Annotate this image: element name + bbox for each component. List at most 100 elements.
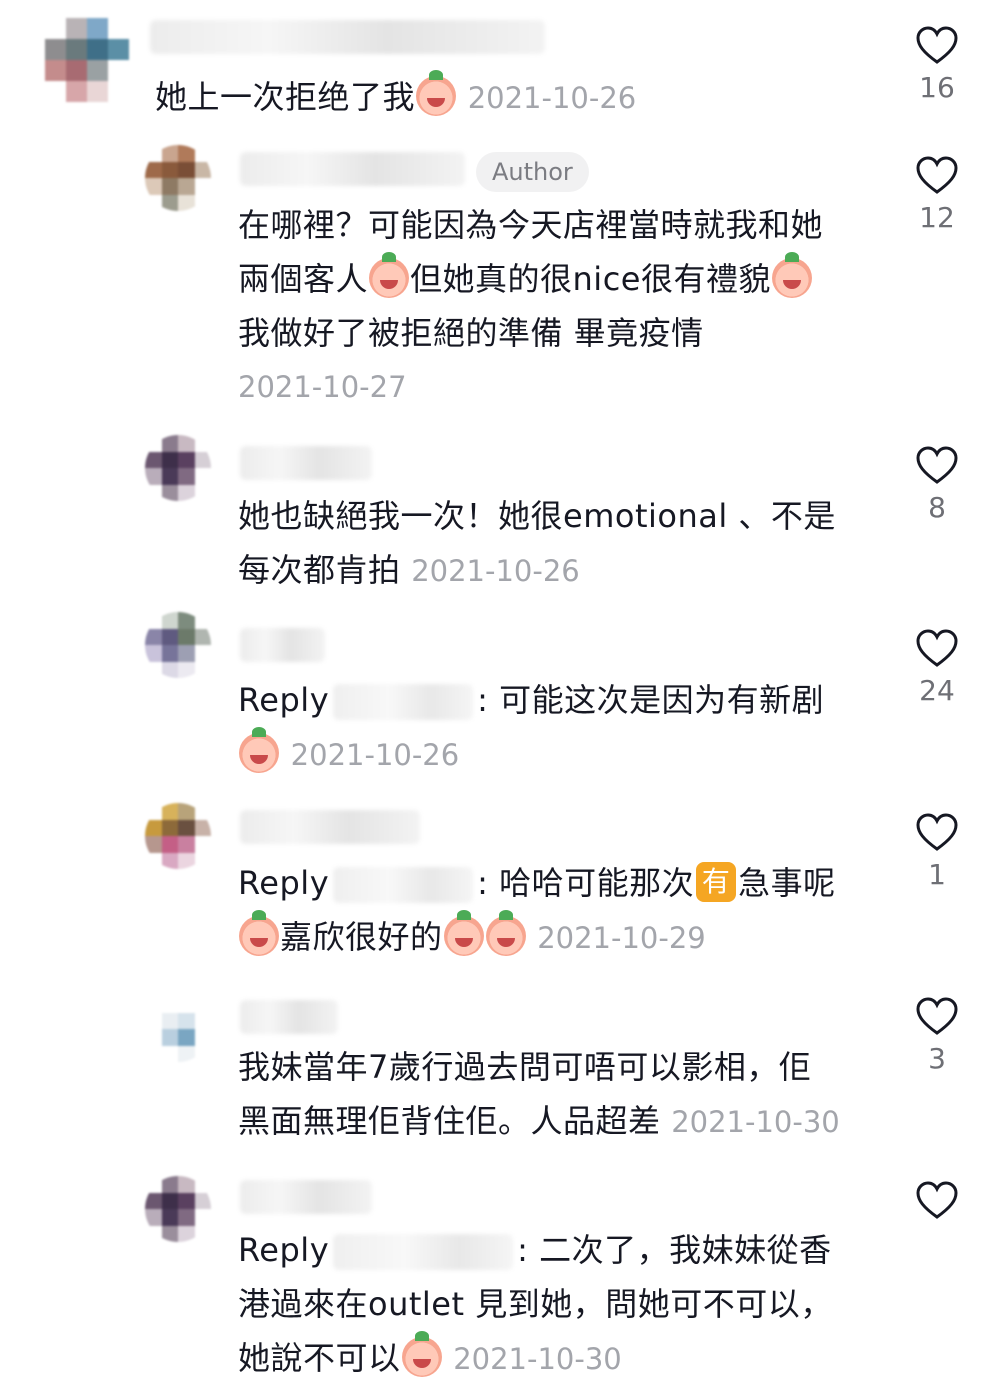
avatar-pixel [161, 435, 178, 452]
avatar-pixel [145, 661, 162, 678]
avatar-pixel [87, 39, 108, 60]
avatar-pixel [178, 178, 195, 195]
comment-date: 2021-10-30 [671, 1105, 840, 1139]
avatar-pixel [178, 628, 195, 645]
reply-target-blurred[interactable] [333, 867, 474, 903]
reply-label: Reply [238, 681, 330, 719]
avatar-pixel [87, 60, 108, 81]
avatar[interactable] [145, 803, 211, 869]
avatar-pixel [145, 819, 162, 836]
avatar-pixel [194, 1029, 211, 1046]
avatar-pixel [178, 1029, 195, 1046]
avatar-pixel [161, 661, 178, 678]
reply-target-blurred[interactable] [333, 1234, 514, 1270]
like-button[interactable]: 16 [905, 25, 969, 104]
avatar-pixel [161, 803, 178, 820]
avatar-pixel [178, 852, 195, 869]
avatar-pixel [178, 1209, 195, 1226]
comment-text: Reply: 二次了，我妹妹從香 港過來在outlet 見到她，問她可不可以， … [238, 1223, 878, 1386]
like-button[interactable]: 1 [905, 812, 969, 891]
avatar-pixel [145, 435, 162, 452]
like-button[interactable]: 12 [905, 155, 969, 234]
like-count: 1 [928, 858, 946, 891]
avatar-pixel [45, 81, 66, 102]
avatar-pixel [145, 161, 162, 178]
avatar-pixel [145, 451, 162, 468]
avatar-pixel [161, 996, 178, 1013]
avatar-pixel [145, 468, 162, 485]
avatar-pixel [194, 1045, 211, 1062]
crying-emoji-icon [369, 252, 410, 298]
avatar-pixel [161, 836, 178, 853]
avatar-pixel [161, 451, 178, 468]
comment-text-line: 我妹當年7歲行過去問可唔可以影相，佢 [238, 1048, 812, 1086]
avatar-pixel [194, 628, 211, 645]
heart-icon [916, 997, 958, 1035]
crying-emoji-icon [416, 70, 457, 116]
username-blurred[interactable] [240, 1000, 338, 1034]
crying-emoji-icon [239, 910, 279, 956]
avatar-pixel [145, 484, 162, 501]
username-blurred[interactable] [240, 628, 325, 662]
avatar-pixel [194, 161, 211, 178]
heart-icon [916, 26, 958, 64]
avatar-pixel [178, 484, 195, 501]
avatar-pixel [178, 1045, 195, 1062]
username-blurred[interactable] [150, 20, 545, 54]
avatar-pixel [194, 852, 211, 869]
comment-text-line: 每次都肯拍 2021-10-26 [238, 551, 580, 589]
avatar-pixel [145, 178, 162, 195]
avatar-pixel [108, 60, 129, 81]
avatar-pixel [145, 1045, 162, 1062]
avatar-pixel [161, 1192, 178, 1209]
avatar-pixel [66, 39, 87, 60]
avatar-pixel [145, 1029, 162, 1046]
like-count: 8 [928, 491, 946, 524]
avatar-pixel [194, 435, 211, 452]
avatar[interactable] [145, 1176, 211, 1242]
avatar-pixel [194, 803, 211, 820]
username-blurred[interactable] [240, 1180, 372, 1214]
avatar-pixel [161, 612, 178, 629]
avatar-pixel [108, 18, 129, 39]
like-button[interactable]: 24 [905, 628, 969, 707]
avatar-pixel [194, 836, 211, 853]
reply-target-blurred[interactable] [333, 684, 474, 720]
avatar-pixel [161, 1209, 178, 1226]
avatar-pixel [145, 803, 162, 820]
username-blurred[interactable] [240, 446, 372, 480]
avatar[interactable] [145, 145, 211, 211]
blushing-emoji-icon [485, 910, 526, 956]
comment-date: 2021-10-26 [467, 81, 637, 115]
avatar[interactable] [145, 435, 211, 501]
blushing-emoji-icon [443, 910, 484, 956]
comment-text: 她也缺絕我一次！她很emotional 、不是 每次都肯拍 2021-10-26 [238, 489, 878, 598]
avatar-pixel [145, 852, 162, 869]
like-button[interactable]: 8 [905, 445, 969, 524]
avatar-pixel [161, 852, 178, 869]
avatar-pixel [108, 39, 129, 60]
avatar-pixel [178, 161, 195, 178]
like-button[interactable]: 3 [905, 996, 969, 1075]
avatar[interactable] [145, 996, 211, 1062]
avatar-pixel [194, 1192, 211, 1209]
avatar[interactable] [145, 612, 211, 678]
author-badge: Author [476, 152, 589, 192]
comment-text: Reply: 哈哈可能那次有急事呢 嘉欣很好的 2021-10-29 [238, 856, 878, 965]
avatar-pixel [194, 1209, 211, 1226]
avatar-pixel [194, 484, 211, 501]
comment-date: 2021-10-26 [290, 738, 460, 772]
comment-text: 我妹當年7歲行過去問可唔可以影相，佢 黑面無理佢背住佢。人品超差 2021-10… [238, 1040, 888, 1149]
avatar-pixel [194, 1225, 211, 1242]
avatar-pixel [145, 628, 162, 645]
avatar-pixel [161, 468, 178, 485]
username-blurred[interactable] [240, 810, 420, 844]
avatar-pixel [194, 468, 211, 485]
username-blurred[interactable] [240, 152, 465, 186]
avatar-pixel [161, 1012, 178, 1029]
comment-date: 2021-10-29 [537, 921, 706, 955]
like-button[interactable] [905, 1180, 969, 1226]
avatar-pixel [178, 836, 195, 853]
avatar[interactable] [45, 18, 129, 102]
avatar-pixel [194, 178, 211, 195]
